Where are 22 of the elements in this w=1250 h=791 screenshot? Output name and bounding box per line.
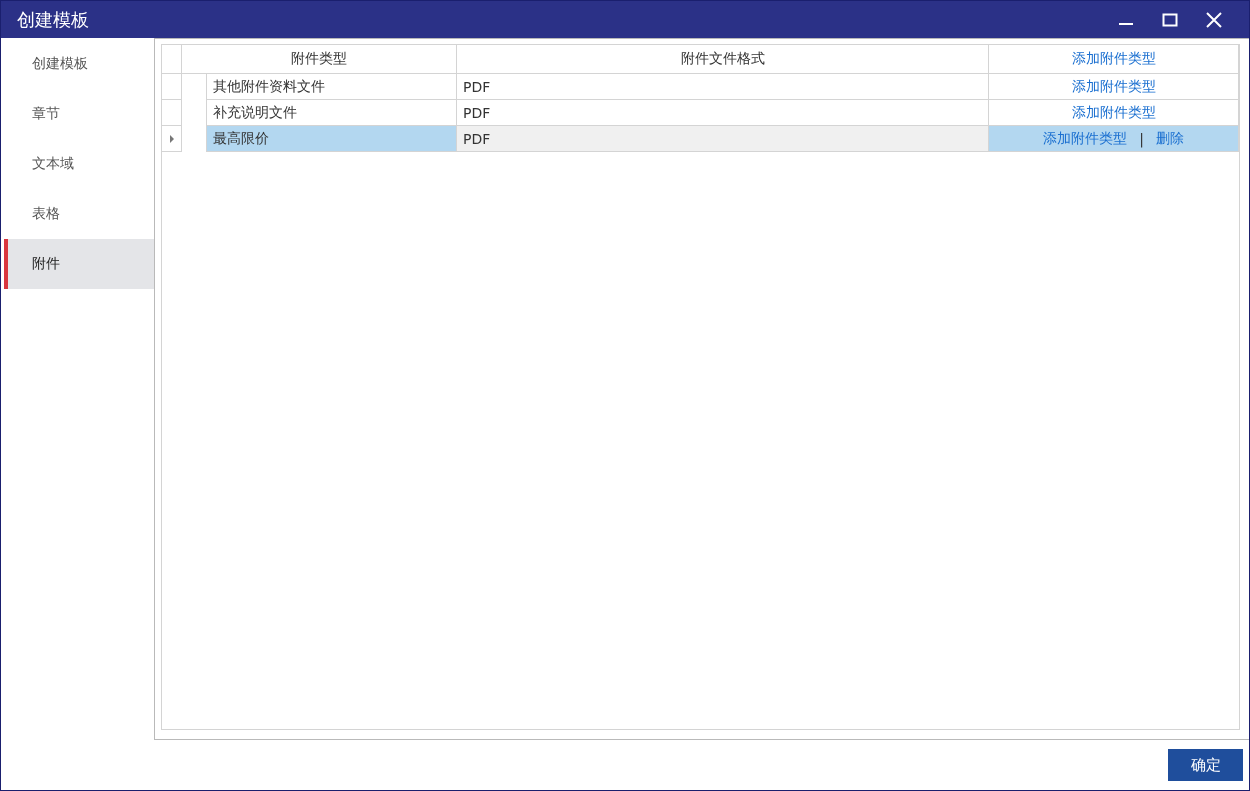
sidebar-item[interactable]: 附件 [4, 239, 154, 289]
add-attachment-type-link[interactable]: 添加附件类型 [1071, 50, 1156, 68]
confirm-button[interactable]: 确定 [1168, 749, 1243, 781]
sidebar-item[interactable]: 章节 [4, 89, 154, 139]
table-cell: PDF [457, 100, 989, 126]
sidebar-item[interactable]: 文本域 [4, 139, 154, 189]
table-cell: PDF [457, 74, 989, 100]
table-cell: 补充说明文件 [207, 100, 457, 126]
table-cell: 最高限价 [207, 126, 457, 152]
minimize-icon [1119, 22, 1133, 25]
add-attachment-type-link[interactable]: 添加附件类型 [1071, 77, 1156, 96]
current-row-icon [169, 134, 174, 143]
window-title: 创建模板 [17, 7, 90, 32]
add-attachment-type-link[interactable]: 添加附件类型 [1071, 103, 1156, 122]
separator: | [1139, 130, 1144, 147]
close-icon [1206, 11, 1222, 28]
sidebar-item[interactable]: 创建模板 [4, 39, 154, 89]
row-header[interactable] [162, 126, 182, 152]
table-cell: PDF [457, 126, 989, 152]
table-cell: 其他附件资料文件 [207, 74, 457, 100]
sidebar-item[interactable]: 表格 [4, 189, 154, 239]
maximize-icon [1162, 11, 1178, 28]
